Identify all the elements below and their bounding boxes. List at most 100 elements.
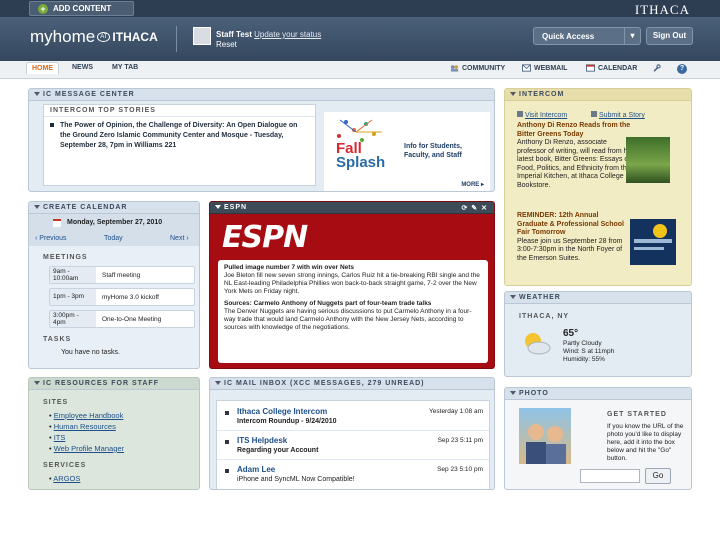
- mail-inbox-header[interactable]: IC MAIL INBOX (XCC MESSAGES, 279 UNREAD): [210, 378, 494, 390]
- tab-home[interactable]: HOME: [26, 62, 59, 74]
- myhome-logo[interactable]: myhome AT ITHACA: [30, 27, 158, 47]
- avatar[interactable]: [193, 27, 211, 45]
- community-icon: [450, 65, 459, 72]
- services-label: SERVICES: [43, 462, 87, 469]
- mail-time: Sep 23 5:10 pm: [437, 466, 483, 473]
- photo-go-button[interactable]: Go: [645, 468, 671, 484]
- service-link[interactable]: • ARGOS: [49, 474, 80, 483]
- resources-header[interactable]: IC RESOURCES FOR STAFF: [29, 378, 199, 390]
- mail-from: Adam Lee: [237, 465, 276, 474]
- mail-subject: iPhone and SyncML Now Compatible!: [237, 476, 355, 483]
- help-link[interactable]: ?: [677, 64, 687, 74]
- event-name: Staff meeting: [102, 272, 141, 279]
- mail-from: ITS Helpdesk: [237, 436, 288, 445]
- top-stories-title: INTERCOM TOP STORIES: [44, 105, 315, 117]
- submit-story-link[interactable]: Submit a Story: [591, 111, 645, 119]
- intercom-header[interactable]: INTERCOM: [505, 89, 691, 101]
- story1-title: Anthony Di Renzo Reads from the Bitter G…: [517, 122, 631, 138]
- weather-wind: Wind: S at 11mph: [563, 348, 615, 355]
- photo-title: PHOTO: [519, 390, 549, 397]
- pencil-icon: [591, 111, 597, 117]
- story-item[interactable]: The Power of Opinion, the Challenge of D…: [44, 117, 315, 151]
- get-started-label: GET STARTED: [607, 411, 667, 418]
- service-link-text: ARGOS: [53, 474, 81, 483]
- espn-story1-body: Joe Bleton fill new seven strong innings…: [224, 272, 480, 295]
- mail-row[interactable]: Ithaca College Intercom Intercom Roundup…: [217, 405, 489, 431]
- calendar-today-link[interactable]: Today: [104, 235, 123, 242]
- tab-my-tab[interactable]: MY TAB: [112, 64, 138, 71]
- resources-widget: IC RESOURCES FOR STAFF SITES • Employee …: [28, 377, 200, 490]
- event-row[interactable]: 3:00pm - 4pm One-to-One Meeting: [49, 310, 195, 328]
- weather-header[interactable]: WEATHER: [505, 292, 691, 304]
- espn-story1-title[interactable]: Pulled image number 7 with win over Nets: [224, 264, 482, 272]
- weather-title: WEATHER: [519, 294, 561, 301]
- settings-link[interactable]: [652, 64, 661, 72]
- visit-intercom-link[interactable]: Visit Intercom: [517, 111, 567, 119]
- site-link[interactable]: • Employee Handbook: [49, 410, 124, 421]
- story-text: The Power of Opinion, the Challenge of D…: [60, 122, 298, 149]
- collapse-icon: [215, 381, 221, 386]
- espn-logo: ESPN: [222, 220, 308, 255]
- espn-story2-title[interactable]: Sources: Carmelo Anthony of Nuggets part…: [224, 300, 482, 308]
- fall-splash-promo[interactable]: Fall Splash Info for Students, Faculty, …: [324, 112, 490, 191]
- update-status-link[interactable]: Update your status: [254, 30, 321, 39]
- espn-header[interactable]: ESPN ⟳ ✎ ✕: [210, 202, 494, 214]
- widget-controls-icon[interactable]: ⟳ ✎ ✕: [462, 204, 489, 212]
- community-label: COMMUNITY: [462, 64, 506, 72]
- mail-subject: Intercom Roundup - 9/24/2010: [237, 418, 337, 425]
- promo-more-link[interactable]: MORE ▸: [461, 181, 484, 188]
- event-time: 9am - 10:00am: [50, 267, 96, 283]
- user-sub-link[interactable]: Reset: [216, 40, 237, 49]
- site-link[interactable]: • Web Profile Manager: [49, 443, 124, 454]
- site-link[interactable]: • Human Resources: [49, 421, 124, 432]
- status-area: Staff Test Update your status Reset: [216, 30, 376, 50]
- dashboard-content: IC MESSAGE CENTER INTERCOM TOP STORIES T…: [28, 80, 692, 490]
- message-center-header[interactable]: IC MESSAGE CENTER: [29, 89, 494, 101]
- weather-temp: 65°: [563, 328, 579, 339]
- mail-row[interactable]: ITS Helpdesk Regarding your Account Sep …: [217, 434, 489, 460]
- promo-line2: Splash: [336, 154, 386, 171]
- webmail-link[interactable]: WEBMAIL: [522, 64, 567, 72]
- page: + ADD CONTENT ITHACA myhome AT ITHACA St…: [0, 0, 720, 540]
- calendar-title: CREATE CALENDAR: [43, 204, 128, 211]
- weather-condition: Partly Cloudy: [563, 340, 602, 347]
- bullet-icon: [50, 123, 54, 127]
- intercom-story-1[interactable]: Anthony Di Renzo Reads from the Bitter G…: [517, 122, 637, 190]
- calendar-prev-link[interactable]: ‹ Previous: [35, 235, 67, 242]
- photo-url-input[interactable]: [580, 469, 640, 483]
- header-divider: [176, 26, 177, 52]
- community-link[interactable]: COMMUNITY: [450, 64, 505, 72]
- sites-list: • Employee Handbook • Human Resources • …: [49, 410, 124, 454]
- partly-cloudy-icon: [525, 333, 551, 355]
- event-row[interactable]: 9am - 10:00am Staff meeting: [49, 266, 195, 284]
- story1-thumbnail[interactable]: [626, 137, 670, 183]
- plus-icon: +: [38, 3, 48, 14]
- story2-thumbnail[interactable]: [630, 219, 676, 265]
- collapse-icon: [510, 391, 516, 396]
- brand-suffix: ITHACA: [112, 30, 158, 44]
- weather-location: ITHACA, NY: [519, 313, 570, 320]
- collapse-icon: [510, 295, 516, 300]
- event-row[interactable]: 1pm - 3pm myHome 3.0 kickoff: [49, 288, 195, 306]
- quick-access-dropdown[interactable]: Quick Access ▾: [533, 27, 641, 45]
- sites-label: SITES: [43, 399, 69, 406]
- children-photo-icon: [526, 424, 566, 464]
- calendar-link[interactable]: CALENDAR: [586, 64, 637, 72]
- sign-out-button[interactable]: Sign Out: [646, 27, 693, 45]
- add-content-button[interactable]: + ADD CONTENT: [29, 1, 134, 16]
- promo-text: Info for Students, Faculty, and Staff: [404, 143, 462, 159]
- photo-header[interactable]: PHOTO: [505, 388, 691, 400]
- intercom-story-2[interactable]: REMINDER: 12th Annual Graduate & Profess…: [517, 212, 629, 263]
- story1-body: Anthony Di Renzo, associate professor of…: [517, 139, 633, 189]
- calendar-header[interactable]: CREATE CALENDAR: [29, 202, 199, 214]
- tab-news[interactable]: NEWS: [72, 64, 93, 71]
- header: myhome AT ITHACA Staff Test Update your …: [0, 17, 720, 61]
- calendar-next-link[interactable]: Next ›: [170, 235, 189, 242]
- site-link[interactable]: • ITS: [49, 432, 124, 443]
- espn-title: ESPN: [224, 204, 248, 211]
- tasks-empty-text: You have no tasks.: [61, 349, 120, 356]
- weather-humidity: Humidity: 55%: [563, 356, 605, 363]
- mail-row[interactable]: Adam Lee iPhone and SyncML Now Compatibl…: [217, 463, 489, 489]
- message-center-widget: IC MESSAGE CENTER INTERCOM TOP STORIES T…: [28, 88, 495, 192]
- chevron-down-icon: ▾: [624, 28, 640, 44]
